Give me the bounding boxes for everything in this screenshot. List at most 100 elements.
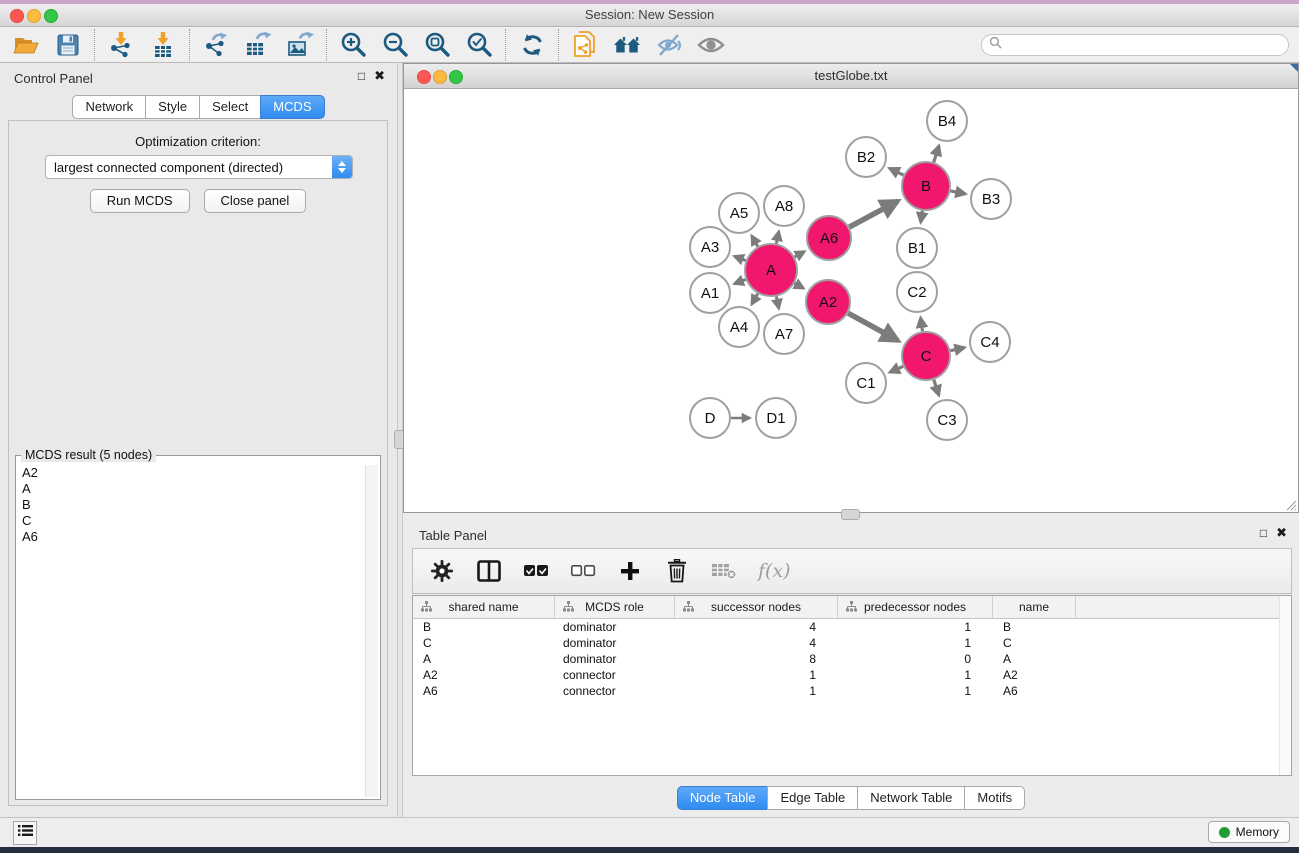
- cell-predecessor-nodes[interactable]: 1: [838, 620, 993, 634]
- edge-C-C3[interactable]: [934, 380, 939, 396]
- edge-A-A4[interactable]: [752, 294, 758, 305]
- search-input[interactable]: [1007, 37, 1281, 53]
- edge-B-B1[interactable]: [921, 211, 923, 223]
- cell-shared-name[interactable]: B: [413, 620, 555, 634]
- table-tab-network-table[interactable]: Network Table: [857, 786, 965, 810]
- result-item[interactable]: A2: [17, 465, 365, 481]
- table-row[interactable]: Bdominator41B: [413, 619, 1291, 635]
- close-panel-button[interactable]: Close panel: [204, 189, 307, 213]
- cell-MCDS-role[interactable]: connector: [555, 668, 675, 682]
- result-item[interactable]: B: [17, 497, 365, 513]
- add-column-icon[interactable]: [617, 558, 643, 584]
- edge-B-B3[interactable]: [951, 191, 966, 194]
- import-table-icon[interactable]: [149, 31, 177, 59]
- close-panel-icon[interactable]: ✖: [374, 69, 385, 83]
- zoom-selected-icon[interactable]: [465, 31, 493, 59]
- task-history-button[interactable]: [13, 821, 37, 845]
- edge-A-A8[interactable]: [776, 232, 778, 244]
- edge-B-B4[interactable]: [934, 146, 939, 163]
- import-network-icon[interactable]: [107, 31, 135, 59]
- table-row[interactable]: Cdominator41C: [413, 635, 1291, 651]
- result-list-scrollbar[interactable]: [365, 465, 378, 797]
- table-close-panel-icon[interactable]: ✖: [1276, 526, 1287, 540]
- cell-shared-name[interactable]: A6: [413, 684, 555, 698]
- settings-gear-icon[interactable]: [429, 558, 455, 584]
- table-scrollbar[interactable]: [1279, 596, 1291, 775]
- cell-MCDS-role[interactable]: dominator: [555, 620, 675, 634]
- column-header-shared-name[interactable]: shared name: [413, 596, 555, 618]
- cell-predecessor-nodes[interactable]: 1: [838, 636, 993, 650]
- tab-mcds[interactable]: MCDS: [260, 95, 324, 119]
- cell-successor-nodes[interactable]: 1: [675, 668, 838, 682]
- cell-name[interactable]: A6: [993, 684, 1076, 698]
- export-table-icon[interactable]: [244, 31, 272, 59]
- tab-style[interactable]: Style: [145, 95, 200, 119]
- delete-column-icon[interactable]: [664, 558, 690, 584]
- column-header-name[interactable]: name: [993, 596, 1076, 618]
- edge-A6-B[interactable]: [849, 201, 898, 227]
- network-window-titlebar[interactable]: testGlobe.txt: [404, 64, 1298, 89]
- cell-successor-nodes[interactable]: 1: [675, 684, 838, 698]
- edge-A-A1[interactable]: [734, 280, 745, 284]
- table-tab-edge-table[interactable]: Edge Table: [767, 786, 858, 810]
- cell-MCDS-role[interactable]: dominator: [555, 652, 675, 666]
- select-all-icon[interactable]: [523, 558, 549, 584]
- mcds-result-list[interactable]: A2ABCA6: [17, 465, 365, 798]
- cell-name[interactable]: A: [993, 652, 1076, 666]
- table-row[interactable]: Adominator80A: [413, 651, 1291, 667]
- network-file-icon[interactable]: [571, 31, 599, 59]
- export-image-icon[interactable]: [286, 31, 314, 59]
- cell-name[interactable]: C: [993, 636, 1076, 650]
- column-header-successor-nodes[interactable]: successor nodes: [675, 596, 838, 618]
- network-canvas[interactable]: AA6A2BCA5A8A3A1A4A7B2B4B3B1C2C4C1C3DD1: [404, 89, 1298, 512]
- float-panel-icon[interactable]: □: [358, 69, 365, 83]
- edge-C-C2[interactable]: [921, 318, 923, 332]
- edge-A-A6[interactable]: [795, 252, 805, 258]
- cell-predecessor-nodes[interactable]: 1: [838, 668, 993, 682]
- resize-grip-icon[interactable]: [1283, 497, 1297, 511]
- deselect-all-icon[interactable]: [570, 558, 596, 584]
- table-tab-motifs[interactable]: Motifs: [964, 786, 1025, 810]
- result-item[interactable]: A6: [17, 529, 365, 545]
- cell-MCDS-role[interactable]: connector: [555, 684, 675, 698]
- run-mcds-button[interactable]: Run MCDS: [90, 189, 190, 213]
- edge-A-A7[interactable]: [776, 297, 778, 309]
- edge-A-A2[interactable]: [795, 283, 804, 288]
- optimization-criterion-select[interactable]: largest connected component (directed): [45, 155, 353, 179]
- zoom-out-icon[interactable]: [381, 31, 409, 59]
- edge-C-C1[interactable]: [890, 366, 904, 372]
- cell-successor-nodes[interactable]: 4: [675, 636, 838, 650]
- table-float-panel-icon[interactable]: □: [1260, 526, 1267, 540]
- save-icon[interactable]: [54, 31, 82, 59]
- search-box[interactable]: [981, 34, 1289, 56]
- cell-predecessor-nodes[interactable]: 1: [838, 684, 993, 698]
- result-item[interactable]: A: [17, 481, 365, 497]
- refresh-icon[interactable]: [518, 31, 546, 59]
- cell-name[interactable]: A2: [993, 668, 1076, 682]
- cell-shared-name[interactable]: A2: [413, 668, 555, 682]
- select-stepper-icon[interactable]: [332, 156, 352, 178]
- edge-A-A5[interactable]: [752, 236, 758, 247]
- edge-A-A3[interactable]: [734, 256, 745, 260]
- splitter-handle-horizontal[interactable]: [841, 509, 860, 520]
- cell-shared-name[interactable]: A: [413, 652, 555, 666]
- export-network-icon[interactable]: [202, 31, 230, 59]
- tab-network[interactable]: Network: [72, 95, 146, 119]
- cell-predecessor-nodes[interactable]: 0: [838, 652, 993, 666]
- cell-MCDS-role[interactable]: dominator: [555, 636, 675, 650]
- tab-select[interactable]: Select: [199, 95, 261, 119]
- split-panel-icon[interactable]: [476, 558, 502, 584]
- edge-B-B2[interactable]: [889, 168, 903, 175]
- column-header-MCDS-role[interactable]: MCDS role: [555, 596, 675, 618]
- home-icon[interactable]: [613, 31, 641, 59]
- memory-button[interactable]: Memory: [1208, 821, 1290, 843]
- show-eye-icon[interactable]: [697, 31, 725, 59]
- zoom-fit-icon[interactable]: [423, 31, 451, 59]
- cell-successor-nodes[interactable]: 4: [675, 620, 838, 634]
- hide-details-icon[interactable]: [655, 31, 683, 59]
- table-row[interactable]: A6connector11A6: [413, 683, 1291, 699]
- open-folder-icon[interactable]: [12, 31, 40, 59]
- table-row[interactable]: A2connector11A2: [413, 667, 1291, 683]
- edge-A2-C[interactable]: [848, 313, 898, 341]
- result-item[interactable]: C: [17, 513, 365, 529]
